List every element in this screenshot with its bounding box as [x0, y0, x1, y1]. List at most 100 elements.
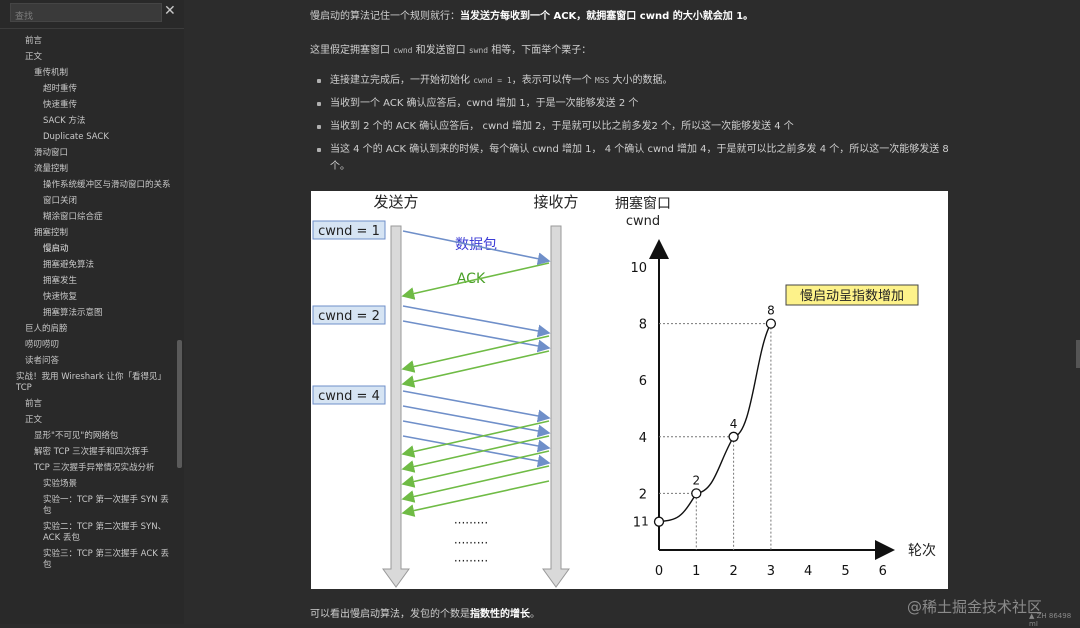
packet-arrow — [402, 420, 551, 453]
x-tick-label: 2 — [729, 564, 737, 579]
sender-label: 发送方 — [373, 193, 418, 211]
dots-3: ········· — [454, 554, 488, 568]
sidebar-item[interactable]: 滑动窗口 — [0, 145, 176, 161]
sidebar-item[interactable]: 实验场景 — [0, 476, 176, 492]
sidebar-item[interactable]: 拥塞避免算法 — [0, 257, 176, 273]
sidebar-item[interactable]: 快速恢复 — [0, 289, 176, 305]
sidebar-item[interactable]: 正文 — [0, 412, 176, 428]
x-tick-label: 4 — [804, 564, 812, 579]
slow-start-figure: 发送方 接收方 cwnd = 1 cwnd = 2 cwnd = 4 数据包 A… — [311, 191, 948, 589]
bottom-bold: 指数性的增长 — [470, 609, 530, 620]
ack-arrow — [401, 435, 550, 473]
point-label: 8 — [767, 304, 775, 318]
sidebar-item[interactable]: 拥塞控制 — [0, 225, 176, 241]
sidebar-item[interactable]: 操作系统缓冲区与滑动窗口的关系 — [0, 177, 176, 193]
sidebar-item[interactable]: TCP 三次握手异常情况实战分析 — [0, 460, 176, 476]
x-tick-label: 3 — [767, 564, 775, 579]
chart-title: 拥塞窗口 — [615, 195, 671, 212]
divider — [0, 28, 184, 29]
list-item: 当收到一个 ACK 确认应答后，cwnd 增加 1，于是一次能够发送 2 个 — [314, 95, 954, 112]
dots-2: ········· — [454, 536, 488, 550]
sidebar-item[interactable]: Duplicate SACK — [0, 129, 176, 145]
sidebar-item[interactable]: 糊涂窗口综合症 — [0, 209, 176, 225]
watermark: @稀土掘金技术社区 — [907, 598, 1043, 616]
assume-paragraph: 这里假定拥塞窗口 cwnd 和发送窗口 swnd 相等，下面举个栗子： — [310, 41, 591, 56]
right-edge-handle[interactable] — [1076, 340, 1080, 368]
search-box[interactable] — [10, 3, 162, 25]
sidebar-item[interactable]: 唠叨唠叨 — [0, 337, 176, 353]
data-point — [728, 431, 739, 442]
cwnd-box-4-label: cwnd = 4 — [318, 389, 380, 404]
sidebar-item[interactable]: 实验三：TCP 第三次握手 ACK 丢包 — [0, 546, 176, 573]
assume-text-post: 相等，下面举个栗子： — [488, 45, 592, 56]
ack-arrow — [401, 480, 550, 517]
point-label: 4 — [730, 417, 738, 431]
packet-arrow — [402, 390, 551, 423]
intro-paragraph: 慢启动的算法记住一个规则就行：当发送方每收到一个 ACK，就拥塞窗口 cwnd … — [310, 7, 753, 22]
chart-subtitle: cwnd — [626, 214, 660, 229]
data-point — [653, 516, 665, 527]
packet-arrow — [402, 305, 551, 338]
sidebar-item[interactable]: 重传机制 — [0, 65, 176, 81]
series-line — [658, 323, 772, 523]
sidebar-item[interactable]: 实验二：TCP 第二次握手 SYN、ACK 丢包 — [0, 519, 176, 546]
sidebar-item[interactable]: 流量控制 — [0, 161, 176, 177]
packet-arrow — [402, 405, 551, 438]
x-tick-label: 5 — [841, 564, 849, 579]
sidebar-item[interactable]: 前言 — [0, 396, 176, 412]
sidebar: ✕ 前言正文重传机制超时重传快速重传SACK 方法Duplicate SACK滑… — [0, 0, 184, 624]
sidebar-item[interactable]: 实战！我用 Wireshark 让你「看得见」TCP — [0, 369, 176, 396]
code-cwnd: cwnd — [393, 46, 413, 55]
sidebar-scrollbar[interactable] — [177, 340, 182, 468]
code-swnd: swnd — [468, 46, 489, 55]
sidebar-item[interactable]: 显形"不可见"的网络包 — [0, 428, 176, 444]
ime-indicator: ▲ ZH 86498 mI — [1029, 612, 1072, 628]
article-content: 慢启动的算法记住一个规则就行：当发送方每收到一个 ACK，就拥塞窗口 cwnd … — [184, 0, 1080, 628]
cwnd-box-1-label: cwnd = 1 — [318, 224, 380, 239]
bottom-text: 可以看出慢启动算法，发包的个数是 — [310, 609, 470, 620]
bullet-text-mid: ，表示可以传一个 — [511, 75, 595, 86]
sidebar-item[interactable]: SACK 方法 — [0, 113, 176, 129]
intro-text: 慢启动的算法记住一个规则就行： — [310, 11, 460, 22]
packet-arrow — [402, 230, 551, 266]
list-item: 当收到 2 个的 ACK 确认应答后， cwnd 增加 2，于是就可以比之前多发… — [314, 118, 954, 135]
y-tick-label: 6 — [639, 374, 647, 389]
ack-arrow — [401, 335, 550, 373]
x-tick-label: 0 — [655, 564, 663, 579]
sidebar-item[interactable]: 前言 — [0, 33, 176, 49]
bottom-paragraph: 可以看出慢启动算法，发包的个数是指数性的增长。 — [310, 605, 540, 620]
x-tick-label: 6 — [879, 564, 887, 579]
code-cwnd-init: cwnd = 1 — [473, 76, 512, 85]
sidebar-item[interactable]: 解密 TCP 三次握手和四次挥手 — [0, 444, 176, 460]
close-icon[interactable]: ✕ — [164, 2, 176, 20]
figure-svg: 发送方 接收方 cwnd = 1 cwnd = 2 cwnd = 4 数据包 A… — [312, 193, 936, 588]
intro-bold: 当发送方每收到一个 ACK，就拥塞窗口 cwnd 的大小就会加 1。 — [460, 11, 754, 22]
assume-text-mid: 和发送窗口 — [412, 45, 469, 56]
data-point — [765, 318, 777, 329]
list-item: 连接建立完成后，一开始初始化 cwnd = 1，表示可以传一个 MSS 大小的数… — [314, 72, 954, 89]
chart-layer: 0 1 2 3 4 5 612468101248 — [630, 261, 886, 579]
packet-label: 数据包 — [455, 237, 497, 253]
sidebar-item[interactable]: 慢启动 — [0, 241, 176, 257]
bottom-suffix: 。 — [530, 609, 540, 620]
sidebar-item[interactable]: 超时重传 — [0, 81, 176, 97]
y-tick-label: 8 — [639, 318, 647, 333]
point-label: 1 — [641, 515, 649, 529]
search-input[interactable] — [11, 9, 159, 25]
callout-text: 慢启动呈指数增加 — [800, 288, 904, 304]
sidebar-item[interactable]: 快速重传 — [0, 97, 176, 113]
sidebar-item[interactable]: 正文 — [0, 49, 176, 65]
sidebar-item[interactable]: 巨人的肩膀 — [0, 321, 176, 337]
sidebar-item[interactable]: 实验一：TCP 第一次握手 SYN 丢包 — [0, 492, 176, 519]
packet-arrow — [402, 320, 551, 353]
data-point — [691, 488, 702, 499]
sidebar-item[interactable]: 拥塞算法示意图 — [0, 305, 176, 321]
assume-text: 这里假定拥塞窗口 — [310, 45, 394, 56]
sidebar-item[interactable]: 读者问答 — [0, 353, 176, 369]
bullet-text: 连接建立完成后，一开始初始化 — [330, 75, 474, 86]
sidebar-item[interactable]: 拥塞发生 — [0, 273, 176, 289]
ack-arrow — [401, 350, 550, 388]
sidebar-item[interactable]: 窗口关闭 — [0, 193, 176, 209]
code-mss: MSS — [594, 76, 610, 85]
x-axis-label: 轮次 — [908, 543, 936, 559]
